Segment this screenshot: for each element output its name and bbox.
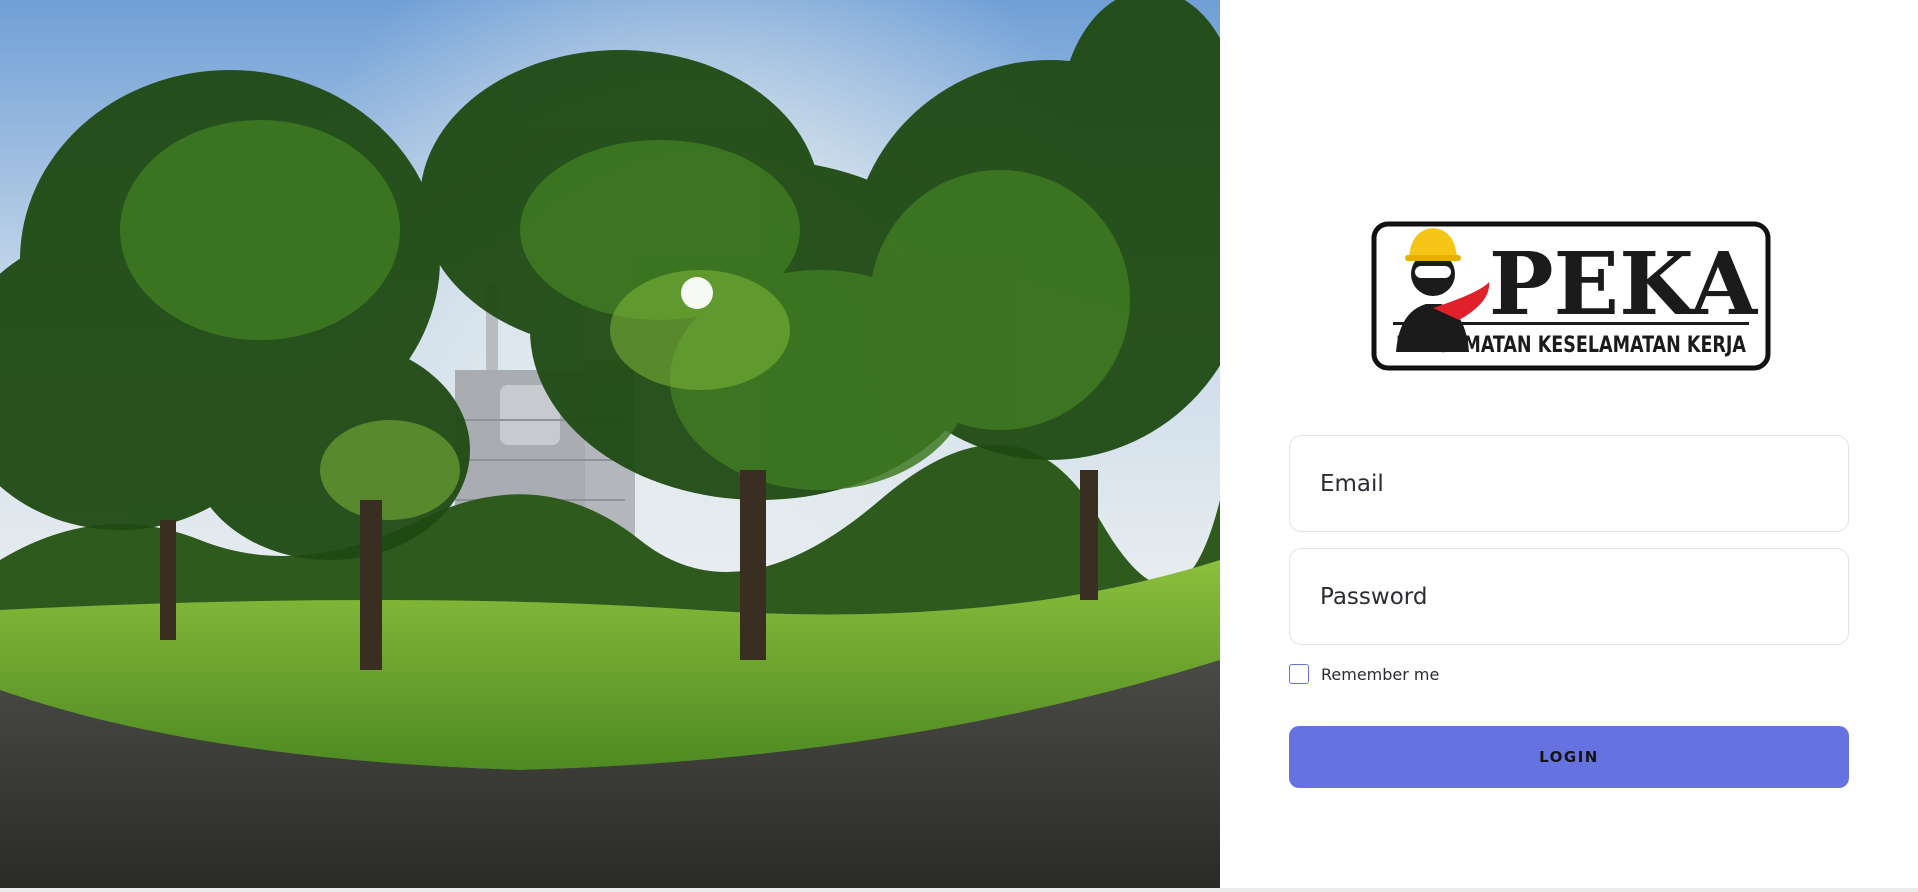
peka-logo: PEKA PENGAMATAN KESELAMATAN KERJA [1371, 212, 1771, 372]
login-page: PEKA PENGAMATAN KESELAMATAN KERJA Rememb… [0, 0, 1918, 892]
park-plant-illustration [0, 0, 1220, 888]
password-input[interactable] [1290, 549, 1848, 644]
bottom-divider [0, 888, 1918, 892]
remember-me-label[interactable]: Remember me [1321, 665, 1439, 684]
password-field-wrapper [1289, 548, 1849, 645]
logo-tagline-text: PENGAMATAN KESELAMATAN KERJA [1396, 333, 1747, 358]
remember-me-row[interactable]: Remember me [1289, 663, 1439, 685]
hero-photo [0, 0, 1220, 888]
logo-brand-text: PEKA [1489, 234, 1758, 335]
login-panel: PEKA PENGAMATAN KESELAMATAN KERJA Rememb… [1220, 0, 1918, 888]
peka-logo-graphic: PEKA PENGAMATAN KESELAMATAN KERJA [1371, 221, 1771, 371]
login-button[interactable]: LOGIN [1289, 726, 1849, 788]
email-field-wrapper [1289, 435, 1849, 532]
remember-me-checkbox[interactable] [1289, 664, 1309, 684]
email-input[interactable] [1290, 436, 1848, 531]
